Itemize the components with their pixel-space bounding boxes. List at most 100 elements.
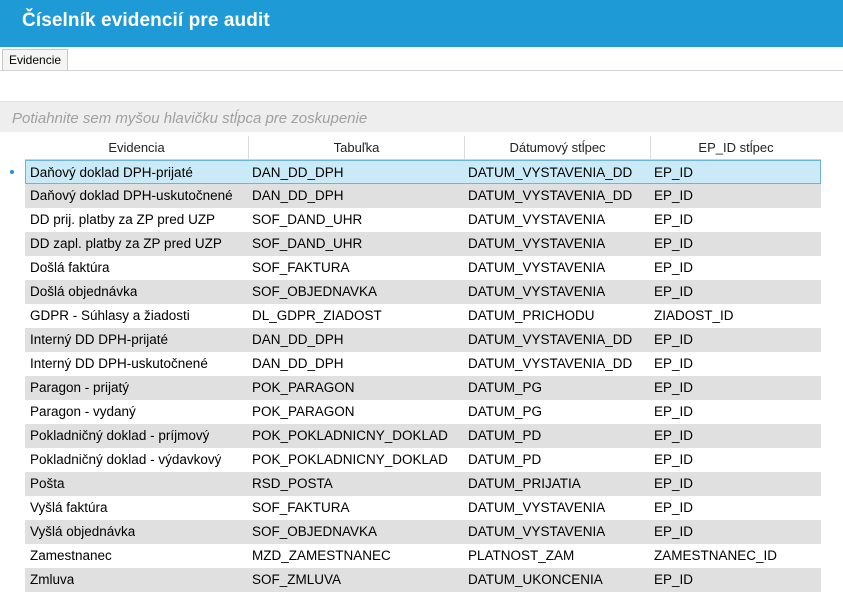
table-cell: EP_ID — [654, 524, 694, 539]
table-row[interactable]: Interný DD DPH-prijaté DAN_DD_DPH DATUM_VY… — [25, 328, 821, 352]
table-cell: SOF_DAND_UHR — [252, 236, 363, 251]
table-row[interactable]: DD zapl. platby za ZP pred UZP SOF_DAND_U… — [25, 232, 821, 256]
grid-header: Evidencia Tabuľka Dátumový stĺpec EP_ID … — [25, 136, 821, 160]
table-cell: EP_ID — [654, 356, 694, 371]
table-cell: SOF_DAND_UHR — [252, 212, 363, 227]
table-cell: EP_ID — [654, 212, 694, 227]
table-cell: Pošta — [30, 476, 65, 491]
table-cell: Paragon - prijatý — [30, 380, 130, 395]
table-cell: EP_ID — [654, 165, 694, 180]
column-header-evidencia[interactable]: Evidencia — [25, 136, 249, 159]
table-row[interactable]: Zamestnanec MZD_ZAMESTNANEC PLATNOST_ZAM ZA… — [25, 544, 821, 568]
table-cell: EP_ID — [654, 452, 694, 467]
table-cell: SOF_OBJEDNAVKA — [252, 524, 378, 539]
table-cell: DD zapl. platby za ZP pred UZP — [30, 236, 222, 251]
column-header-datumovy-stlpec[interactable]: Dátumový stĺpec — [465, 136, 651, 159]
table-cell: EP_ID — [654, 260, 694, 275]
table-cell: Paragon - vydaný — [30, 404, 136, 419]
table-row[interactable]: Došlá objednávka SOF_OBJEDNAVKA DATUM_VYST… — [25, 280, 821, 304]
table-cell: Daňový doklad DPH-prijaté — [30, 165, 193, 180]
table-cell: DATUM_PD — [468, 428, 542, 443]
table-cell: DATUM_PRICHODU — [468, 308, 595, 323]
table-cell: Pokladničný doklad - príjmový — [30, 428, 210, 443]
table-cell: DAN_DD_DPH — [252, 165, 344, 180]
table-cell: GDPR - Súhlasy a žiadosti — [30, 308, 190, 323]
table-cell: DATUM_VYSTAVENIA_DD — [468, 332, 633, 347]
table-cell: EP_ID — [654, 428, 694, 443]
table-cell: Pokladničný doklad - výdavkový — [30, 452, 222, 467]
table-cell: DATUM_VYSTAVENIA — [468, 524, 606, 539]
table-cell: DATUM_PRIJATIA — [468, 476, 581, 491]
table-row[interactable]: Interný DD DPH-uskutočnené DAN_DD_DPH DATU… — [25, 352, 821, 376]
table-cell: PLATNOST_ZAM — [468, 548, 575, 563]
column-header-ep-id-stlpec[interactable]: EP_ID stĺpec — [651, 136, 821, 159]
table-row[interactable]: Daňový doklad DPH-uskutočnené DAN_DD_DPH D… — [25, 184, 821, 208]
table-row[interactable]: DD prij. platby za ZP pred UZP SOF_DAND_U… — [25, 208, 821, 232]
current-row-indicator-icon — [10, 170, 14, 174]
table-cell: DL_GDPR_ZIADOST — [252, 308, 382, 323]
table-cell: POK_PARAGON — [252, 380, 355, 395]
table-cell: DATUM_VYSTAVENIA — [468, 500, 606, 515]
table-row[interactable]: Vyšlá objednávka SOF_OBJEDNAVKA DATUM_VYST… — [25, 520, 821, 544]
table-cell: EP_ID — [654, 380, 694, 395]
title-bar: Číselník evidencií pre audit — [0, 0, 843, 47]
table-cell: DATUM_VYSTAVENIA_DD — [468, 356, 633, 371]
table-cell: Zamestnanec — [30, 548, 112, 563]
table-row[interactable]: Zmluva SOF_ZMLUVA DATUM_UKONCENIA EP_ID — [25, 568, 821, 592]
table-cell: Došlá faktúra — [30, 260, 110, 275]
table-cell: Vyšlá faktúra — [30, 500, 108, 515]
tab-evidencie[interactable]: Evidencie — [2, 49, 69, 70]
table-cell: DATUM_VYSTAVENIA — [468, 260, 606, 275]
table-cell: Zmluva — [30, 572, 75, 587]
group-by-panel[interactable]: Potiahnite sem myšou hlavičku stĺpca pre… — [0, 101, 843, 132]
table-cell: DAN_DD_DPH — [252, 356, 344, 371]
table-cell: DATUM_VYSTAVENIA — [468, 236, 606, 251]
table-cell: ZAMESTNANEC_ID — [654, 548, 778, 563]
table-row[interactable]: Pošta RSD_POSTA DATUM_PRIJATIA EP_ID — [25, 472, 821, 496]
table-cell: POK_PARAGON — [252, 404, 355, 419]
table-row[interactable]: GDPR - Súhlasy a žiadosti DL_GDPR_ZIADOST… — [25, 304, 821, 328]
table-row[interactable]: Pokladničný doklad - príjmový POK_POKLADN… — [25, 424, 821, 448]
table-cell: Došlá objednávka — [30, 284, 138, 299]
table-cell: DATUM_PG — [468, 380, 543, 395]
table-cell: DAN_DD_DPH — [252, 332, 344, 347]
table-cell: Interný DD DPH-prijaté — [30, 332, 169, 347]
table-row[interactable]: Paragon - prijatý POK_PARAGON DATUM_PG EP_I… — [25, 376, 821, 400]
table-cell: EP_ID — [654, 284, 694, 299]
table-row[interactable]: Paragon - vydaný POK_PARAGON DATUM_PG EP_ID — [25, 400, 821, 424]
table-cell: POK_POKLADNICNY_DOKLAD — [252, 452, 448, 467]
table-cell: DAN_DD_DPH — [252, 188, 344, 203]
table-cell: EP_ID — [654, 332, 694, 347]
tab-strip: Evidencie — [0, 47, 843, 71]
window-title: Číselník evidencií pre audit — [22, 10, 270, 31]
table-cell: DATUM_PD — [468, 452, 542, 467]
table-cell: DATUM_UKONCENIA — [468, 572, 603, 587]
table-row[interactable]: Vyšlá faktúra SOF_FAKTURA DATUM_VYSTAVENIA… — [25, 496, 821, 520]
table-cell: Daňový doklad DPH-uskutočnené — [30, 188, 233, 203]
table-cell: RSD_POSTA — [252, 476, 333, 491]
table-cell: DATUM_VYSTAVENIA_DD — [468, 188, 633, 203]
column-header-tabulka[interactable]: Tabuľka — [249, 136, 465, 159]
table-cell: DATUM_VYSTAVENIA_DD — [468, 165, 633, 180]
table-cell: EP_ID — [654, 572, 694, 587]
table-cell: Interný DD DPH-uskutočnené — [30, 356, 208, 371]
table-cell: SOF_OBJEDNAVKA — [252, 284, 378, 299]
table-cell: DATUM_VYSTAVENIA — [468, 212, 606, 227]
table-cell: EP_ID — [654, 404, 694, 419]
table-row[interactable]: Daňový doklad DPH-prijaté DAN_DD_DPH DATUM… — [25, 160, 821, 184]
table-cell: MZD_ZAMESTNANEC — [252, 548, 391, 563]
table-cell: Vyšlá objednávka — [30, 524, 136, 539]
table-cell: SOF_FAKTURA — [252, 260, 350, 275]
table-cell: EP_ID — [654, 188, 694, 203]
table-cell: EP_ID — [654, 500, 694, 515]
table-cell: ZIADOST_ID — [654, 308, 734, 323]
table-row[interactable]: Došlá faktúra SOF_FAKTURA DATUM_VYSTAVENIA… — [25, 256, 821, 280]
table-cell: EP_ID — [654, 476, 694, 491]
group-by-hint: Potiahnite sem myšou hlavičku stĺpca pre… — [12, 110, 368, 127]
table-cell: DATUM_PG — [468, 404, 543, 419]
table-cell: SOF_ZMLUVA — [252, 572, 342, 587]
table-cell: DD prij. platby za ZP pred UZP — [30, 212, 216, 227]
table-row[interactable]: Pokladničný doklad - výdavkový POK_POKLAD… — [25, 448, 821, 472]
table-cell: POK_POKLADNICNY_DOKLAD — [252, 428, 448, 443]
table-cell: EP_ID — [654, 236, 694, 251]
